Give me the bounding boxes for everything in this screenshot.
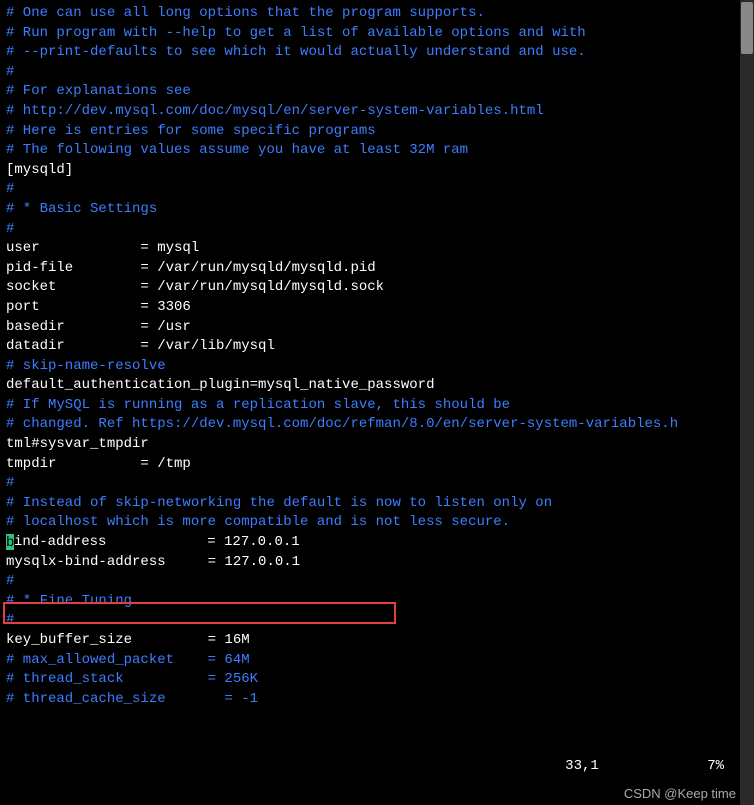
cursor: b (6, 534, 14, 550)
config-line: # (6, 611, 748, 631)
config-line: # (6, 220, 748, 240)
config-line: # thread_stack = 256K (6, 670, 748, 690)
config-line: # http://dev.mysql.com/doc/mysql/en/serv… (6, 102, 748, 122)
config-setting: basedir = /usr (6, 318, 748, 338)
scrollbar-track[interactable] (740, 0, 754, 805)
config-line: # thread_cache_size = -1 (6, 690, 748, 710)
config-line: # * Basic Settings (6, 200, 748, 220)
config-line: tml#sysvar_tmpdir (6, 435, 748, 455)
config-setting: default_authentication_plugin=mysql_nati… (6, 376, 748, 396)
config-setting: datadir = /var/lib/mysql (6, 337, 748, 357)
terminal-content: # One can use all long options that the … (6, 4, 748, 709)
config-line: # (6, 180, 748, 200)
config-setting: user = mysql (6, 239, 748, 259)
config-line: # Here is entries for some specific prog… (6, 122, 748, 142)
config-line: # The following values assume you have a… (6, 141, 748, 161)
config-line: # max_allowed_packet = 64M (6, 651, 748, 671)
config-line: # --print-defaults to see which it would… (6, 43, 748, 63)
config-line: # One can use all long options that the … (6, 4, 748, 24)
bind-address-line: bind-address = 127.0.0.1 (6, 533, 748, 553)
config-line: # (6, 63, 748, 83)
config-line: # For explanations see (6, 82, 748, 102)
watermark: CSDN @Keep time (624, 785, 736, 803)
config-line: # skip-name-resolve (6, 357, 748, 377)
config-line: # (6, 572, 748, 592)
config-setting: key_buffer_size = 16M (6, 631, 748, 651)
config-line: # Run program with --help to get a list … (6, 24, 748, 44)
config-line: # If MySQL is running as a replication s… (6, 396, 748, 416)
file-percent: 7% (707, 758, 724, 774)
vim-status-line: 33,1 7% (565, 757, 724, 777)
config-setting: mysqlx-bind-address = 127.0.0.1 (6, 553, 748, 573)
config-setting: pid-file = /var/run/mysqld/mysqld.pid (6, 259, 748, 279)
bind-address-value: ind-address = 127.0.0.1 (14, 534, 300, 550)
config-setting: port = 3306 (6, 298, 748, 318)
config-line: # (6, 474, 748, 494)
cursor-position: 33,1 (565, 758, 599, 774)
config-line: # localhost which is more compatible and… (6, 513, 748, 533)
config-setting: socket = /var/run/mysqld/mysqld.sock (6, 278, 748, 298)
config-line: # changed. Ref https://dev.mysql.com/doc… (6, 415, 748, 435)
section-header: [mysqld] (6, 161, 748, 181)
config-setting: tmpdir = /tmp (6, 455, 748, 475)
config-line: # Instead of skip-networking the default… (6, 494, 748, 514)
scrollbar-thumb[interactable] (741, 2, 753, 54)
config-line: # * Fine Tuning (6, 592, 748, 612)
